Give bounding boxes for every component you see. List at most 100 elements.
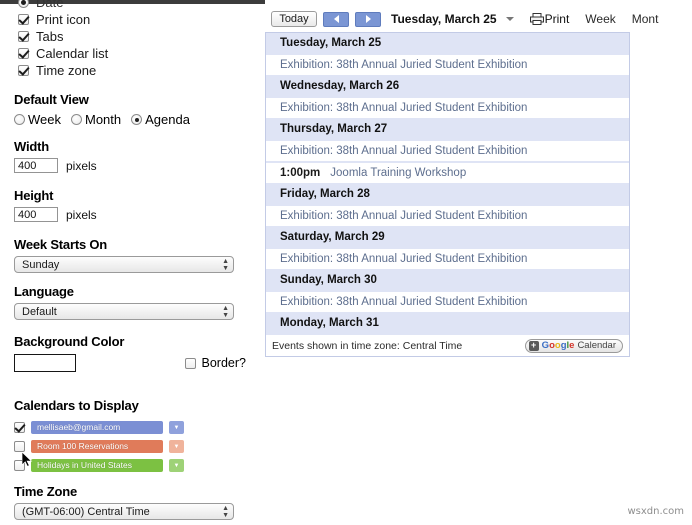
calendar-preview: Today Tuesday, March 25 Print Week Mont … [265, 6, 692, 358]
width-input[interactable] [14, 158, 58, 173]
width-field-row: pixels [14, 158, 97, 173]
google-calendar-badge[interactable]: + Google Calendar [524, 338, 623, 353]
agenda-event-title: Exhibition: 38th Annual Juried Student E… [280, 59, 528, 71]
agenda-event-title: Exhibition: 38th Annual Juried Student E… [280, 102, 528, 114]
stepper-icon: ▲ ▼ [222, 305, 229, 319]
height-field-row: pixels [14, 207, 97, 222]
time-zone-checkbox[interactable] [18, 65, 29, 76]
week-starts-on-title: Week Starts On [14, 237, 108, 252]
print-icon-checkbox[interactable] [18, 14, 29, 25]
option-row-tabs[interactable]: Tabs [18, 28, 108, 45]
calendar-row[interactable]: Room 100 Reservations ▼ [14, 439, 184, 454]
current-date-label: Tuesday, March 25 [391, 12, 497, 26]
option-row-calendar-list[interactable]: Calendar list [18, 45, 108, 62]
calendar-menu-icon-2[interactable]: ▼ [169, 459, 184, 472]
calendar-checkbox-1[interactable] [14, 441, 25, 452]
agenda-event-title: Exhibition: 38th Annual Juried Student E… [280, 210, 528, 222]
calendar-chip-1[interactable]: Room 100 Reservations [31, 440, 163, 453]
width-group: Width pixels [14, 139, 97, 173]
calendar-checkbox-2[interactable] [14, 460, 25, 471]
agenda-day-header: Wednesday, March 26 [266, 76, 629, 97]
time-zone-select[interactable]: (GMT-06:00) Central Time ▲ ▼ [14, 503, 234, 520]
chevron-right-icon [365, 15, 371, 23]
language-select[interactable]: Default ▲ ▼ [14, 303, 234, 320]
time-zone-value: (GMT-06:00) Central Time [22, 506, 150, 518]
height-unit: pixels [66, 207, 97, 222]
agenda-event-row[interactable]: Exhibition: 38th Annual Juried Student E… [266, 97, 629, 119]
today-button[interactable]: Today [271, 11, 317, 27]
calendar-chip-2[interactable]: Holidays in United States [31, 459, 163, 472]
option-row-date[interactable]: Date [18, 0, 63, 8]
chevron-left-icon [333, 15, 339, 23]
calendars-list: mellisaeb@gmail.com ▼ Room 100 Reservati… [14, 420, 184, 473]
option-label-calendar-list: Calendar list [36, 46, 109, 61]
background-color-swatch[interactable] [14, 354, 76, 372]
option-row-print-icon[interactable]: Print icon [18, 11, 108, 28]
timezone-note: Events shown in time zone: Central Time [272, 339, 463, 352]
option-label-tabs: Tabs [36, 29, 64, 44]
background-color-group: Background Color Border? [14, 334, 246, 372]
calendar-row[interactable]: mellisaeb@gmail.com ▼ [14, 420, 184, 435]
radio-week-label: Week [28, 112, 61, 127]
calendars-title: Calendars to Display [14, 398, 139, 413]
border-option[interactable]: Border? [184, 356, 246, 370]
agenda-event-title: Joomla Training Workshop [330, 167, 467, 179]
week-starts-on-select[interactable]: Sunday ▲ ▼ [14, 256, 234, 273]
height-input[interactable] [14, 207, 58, 222]
plus-icon: + [528, 340, 539, 351]
radio-agenda-input[interactable] [131, 114, 143, 125]
next-period-button[interactable] [355, 11, 381, 27]
agenda-day-header: Thursday, March 27 [266, 119, 629, 140]
date-checkbox[interactable] [18, 0, 29, 8]
tabs-checkbox[interactable] [18, 31, 29, 42]
agenda-event-row[interactable]: Exhibition: 38th Annual Juried Student E… [266, 291, 629, 313]
option-row-time-zone[interactable]: Time zone [18, 62, 108, 79]
radio-month[interactable]: Month [71, 112, 121, 127]
agenda-day-header: Tuesday, March 25 [266, 33, 629, 54]
language-value: Default [22, 306, 57, 318]
calendar-menu-icon-0[interactable]: ▼ [169, 421, 184, 434]
default-view-radios: Week Month Agenda [14, 112, 197, 127]
display-options-list: Print icon Tabs Calendar list Time zone [18, 11, 108, 79]
option-label-date: Date [36, 0, 64, 8]
radio-week[interactable]: Week [14, 112, 61, 127]
option-label-print-icon: Print icon [36, 12, 91, 27]
height-group: Height pixels [14, 188, 97, 222]
radio-month-input[interactable] [71, 114, 82, 125]
option-label-time-zone: Time zone [36, 63, 97, 78]
radio-week-input[interactable] [14, 114, 25, 125]
watermark: wsxdn.com [627, 506, 684, 517]
height-title: Height [14, 188, 54, 203]
radio-month-label: Month [85, 112, 122, 127]
agenda-event-title: Exhibition: 38th Annual Juried Student E… [280, 296, 528, 308]
prev-period-button[interactable] [323, 11, 349, 27]
agenda-event-row[interactable]: Exhibition: 38th Annual Juried Student E… [266, 205, 629, 227]
agenda-event-row[interactable]: Exhibition: 38th Annual Juried Student E… [266, 54, 629, 76]
stepper-icon: ▲ ▼ [222, 505, 229, 519]
radio-agenda[interactable]: Agenda [131, 112, 190, 127]
agenda-event-row[interactable]: Exhibition: 38th Annual Juried Student E… [266, 248, 629, 270]
calendar-row[interactable]: Holidays in United States ▼ [14, 458, 184, 473]
calendar-checkbox-0[interactable] [14, 422, 25, 433]
calendar-list-checkbox[interactable] [18, 48, 29, 59]
agenda-event-title: Exhibition: 38th Annual Juried Student E… [280, 145, 528, 157]
tab-week[interactable]: Week [585, 12, 615, 26]
agenda-day-header: Monday, March 31 [266, 313, 629, 334]
agenda-day-header: Friday, March 28 [266, 184, 629, 205]
tab-month[interactable]: Mont [632, 12, 659, 26]
calendar-toolbar: Today Tuesday, March 25 Print Week Mont [265, 6, 692, 32]
calendar-chip-0[interactable]: mellisaeb@gmail.com [31, 421, 163, 434]
agenda-list: Tuesday, March 25 Exhibition: 38th Annua… [265, 32, 630, 357]
border-label: Border? [201, 356, 246, 370]
language-group: Language Default ▲ ▼ [14, 284, 234, 320]
agenda-day-header: Sunday, March 30 [266, 270, 629, 291]
calendar-menu-icon-1[interactable]: ▼ [169, 440, 184, 453]
agenda-event-row[interactable]: Exhibition: 38th Annual Juried Student E… [266, 140, 629, 162]
border-checkbox[interactable] [184, 357, 196, 369]
chevron-down-icon[interactable] [505, 17, 514, 21]
week-starts-on-group: Week Starts On Sunday ▲ ▼ [14, 237, 234, 273]
default-view-title: Default View [14, 92, 89, 107]
background-color-row: Border? [14, 354, 246, 372]
print-button[interactable]: Print [529, 12, 569, 26]
agenda-event-row[interactable]: 1:00pm Joomla Training Workshop [266, 162, 629, 184]
